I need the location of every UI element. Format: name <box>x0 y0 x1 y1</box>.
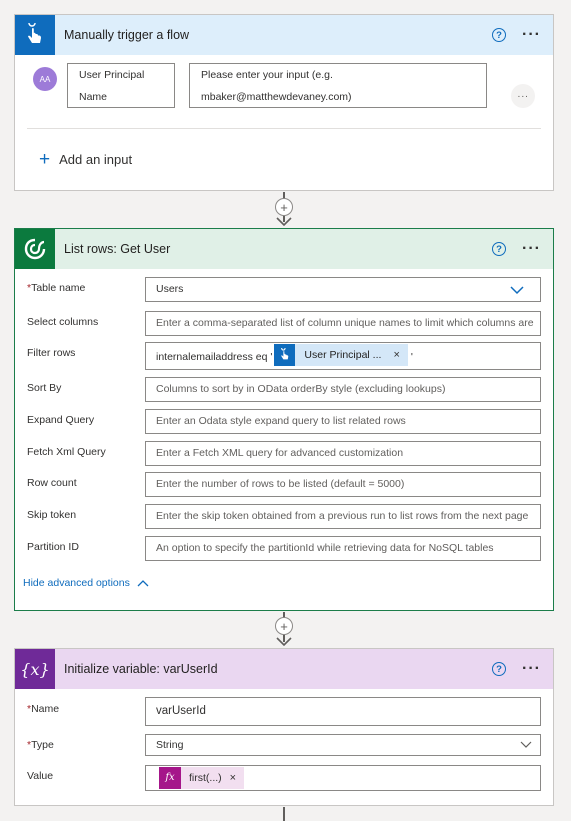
input-name-line2: Name <box>79 91 108 103</box>
connector-line <box>283 807 285 821</box>
name-label-text: Name <box>31 703 60 715</box>
trigger-header[interactable]: Manually trigger a flow ? ··· <box>15 15 553 55</box>
input-name-line1: User Principal <box>79 69 145 81</box>
hide-advanced-options-link[interactable]: Hide advanced options <box>23 577 149 589</box>
arrow-down-icon <box>276 637 292 646</box>
text-input-type-icon: AA <box>33 67 57 91</box>
value-label: Value <box>27 770 54 782</box>
table-name-label-text: Table name <box>31 282 86 294</box>
sort-by-label: Sort By <box>27 382 62 394</box>
divider <box>27 128 541 129</box>
dataverse-icon <box>15 229 55 269</box>
avatar-text: AA <box>39 74 51 84</box>
initialize-variable-header[interactable]: {x} Initialize variable: varUserId ? ··· <box>15 649 553 689</box>
type-dropdown[interactable]: String <box>145 734 541 756</box>
hand-touch-icon <box>15 15 55 55</box>
trigger-card: Manually trigger a flow ? ··· AA User Pr… <box>14 14 554 191</box>
dynamic-content-token[interactable]: User Principal ... × <box>274 343 408 368</box>
type-label-text: Type <box>31 739 54 751</box>
hide-advanced-label: Hide advanced options <box>23 577 130 589</box>
variable-icon: {x} <box>15 649 55 689</box>
more-options-icon[interactable]: ··· <box>522 661 541 677</box>
insert-step-button[interactable]: + <box>275 617 293 635</box>
chevron-up-icon <box>137 580 149 587</box>
table-name-value: Users <box>156 283 184 295</box>
fetch-xml-input[interactable]: Enter a Fetch XML query for advanced cus… <box>145 441 541 466</box>
arrow-down-icon <box>276 217 292 226</box>
hand-touch-icon <box>274 344 296 366</box>
help-icon[interactable]: ? <box>492 28 507 42</box>
input-more-options-button[interactable]: ··· <box>511 84 535 108</box>
expand-query-input[interactable]: Enter an Odata style expand query to lis… <box>145 409 541 434</box>
filter-rows-label: Filter rows <box>27 347 76 359</box>
partition-id-label: Partition ID <box>27 541 79 553</box>
table-name-label: *Table name <box>27 282 85 294</box>
initialize-variable-title: Initialize variable: varUserId <box>64 662 218 676</box>
insert-step-button[interactable]: + <box>275 198 293 216</box>
more-options-icon[interactable]: ··· <box>522 241 541 257</box>
chevron-down-icon <box>520 741 532 748</box>
filter-suffix: ' <box>410 351 413 363</box>
row-count-input[interactable]: Enter the number of rows to be listed (d… <box>145 472 541 497</box>
value-input[interactable]: fx first(...) × <box>145 765 541 791</box>
input-desc-line2: mbaker@matthewdevaney.com) <box>201 91 352 103</box>
type-label: *Type <box>27 739 54 751</box>
help-icon[interactable]: ? <box>492 662 507 676</box>
input-name-field[interactable]: User Principal Name <box>67 63 175 108</box>
name-label: *Name <box>27 703 59 715</box>
skip-token-input[interactable]: Enter the skip token obtained from a pre… <box>145 504 541 529</box>
row-count-label: Row count <box>27 477 77 489</box>
more-options-icon[interactable]: ··· <box>522 27 541 43</box>
expression-token[interactable]: fx first(...) × <box>159 766 245 790</box>
filter-rows-input[interactable]: internalemailaddress eq ' User Principal… <box>145 342 541 370</box>
filter-prefix: internalemailaddress eq ' <box>156 351 273 363</box>
table-name-dropdown[interactable]: Users <box>145 277 541 302</box>
token-label: User Principal ... <box>304 349 382 361</box>
skip-token-label: Skip token <box>27 509 77 521</box>
select-columns-label: Select columns <box>27 316 99 328</box>
input-description-field[interactable]: Please enter your input (e.g. mbaker@mat… <box>189 63 487 108</box>
select-columns-input[interactable]: Enter a comma-separated list of column u… <box>145 311 541 336</box>
fetch-xml-label: Fetch Xml Query <box>27 446 106 458</box>
list-rows-title: List rows: Get User <box>64 242 171 256</box>
expression-label: first(...) <box>189 772 222 784</box>
remove-token-icon[interactable]: × <box>393 343 399 368</box>
fx-icon: fx <box>159 767 181 789</box>
list-rows-card: List rows: Get User ? ··· *Table name Us… <box>14 228 554 611</box>
plus-icon: + <box>39 149 51 170</box>
add-input-label: Add an input <box>59 152 133 167</box>
help-icon[interactable]: ? <box>492 242 507 256</box>
chevron-down-icon <box>510 286 524 295</box>
remove-token-icon[interactable]: × <box>230 766 236 790</box>
list-rows-header[interactable]: List rows: Get User ? ··· <box>15 229 553 269</box>
add-input-button[interactable]: + Add an input <box>39 150 132 169</box>
variable-name-input[interactable]: varUserId <box>145 697 541 726</box>
expand-query-label: Expand Query <box>27 414 95 426</box>
trigger-title: Manually trigger a flow <box>64 28 190 42</box>
sort-by-input[interactable]: Columns to sort by in OData orderBy styl… <box>145 377 541 402</box>
input-desc-line1: Please enter your input (e.g. <box>201 69 333 81</box>
partition-id-input[interactable]: An option to specify the partitionId whi… <box>145 536 541 561</box>
initialize-variable-card: {x} Initialize variable: varUserId ? ···… <box>14 648 554 806</box>
type-value: String <box>156 739 184 751</box>
